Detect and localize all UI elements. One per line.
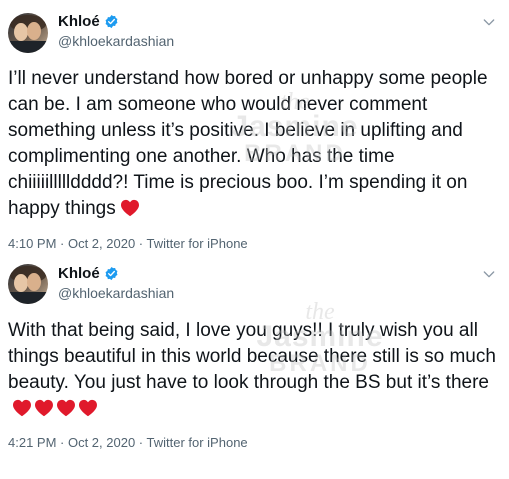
tweet-1[interactable]: Khloé @khloekardashian I’ll never unders…	[0, 0, 509, 262]
red-heart-icon	[120, 199, 139, 217]
chevron-down-icon[interactable]	[481, 266, 497, 282]
red-heart-icon	[35, 399, 53, 417]
tweet-2[interactable]: Khloé @khloekardashian With that being s…	[0, 262, 509, 479]
author-handle[interactable]: @khloekardashian	[58, 33, 174, 49]
red-heart-icon	[79, 399, 97, 417]
author-name[interactable]: Khloé	[58, 13, 119, 30]
hearts-group	[12, 399, 98, 417]
tweet-text: With that being said, I love you guys!! …	[8, 318, 496, 422]
author-name-text[interactable]: Khloé	[58, 265, 100, 282]
red-heart-icon	[57, 399, 75, 417]
author-name-text[interactable]: Khloé	[58, 13, 100, 30]
verified-badge-icon	[105, 266, 118, 281]
avatar[interactable]	[8, 13, 48, 53]
tweet-meta[interactable]: 4:10 PM · Oct 2, 2020 · Twitter for iPho…	[8, 236, 248, 251]
tweet-meta[interactable]: 4:21 PM · Oct 2, 2020 · Twitter for iPho…	[8, 435, 248, 450]
verified-badge-icon	[105, 14, 118, 29]
tweet-text-content: With that being said, I love you guys!! …	[8, 320, 496, 393]
red-heart-icon	[13, 399, 31, 417]
author-name[interactable]: Khloé	[58, 265, 119, 282]
hearts-group	[120, 199, 140, 217]
tweet-text-content: I’ll never understand how bored or unhap…	[8, 68, 488, 219]
avatar[interactable]	[8, 264, 48, 304]
author-handle[interactable]: @khloekardashian	[58, 285, 174, 301]
chevron-down-icon[interactable]	[481, 14, 497, 30]
tweet-text: I’ll never understand how bored or unhap…	[8, 66, 496, 222]
